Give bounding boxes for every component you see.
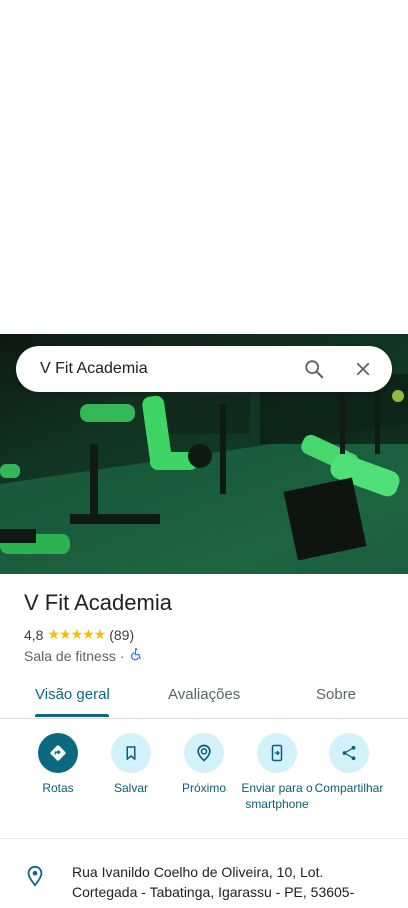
tab-reviews[interactable]: Avaliações: [168, 686, 240, 703]
place-title: V Fit Academia: [24, 590, 172, 615]
nearby-icon: [184, 733, 224, 773]
close-icon[interactable]: [351, 357, 375, 381]
send-to-phone-button[interactable]: Enviar para o smartphone: [239, 733, 315, 812]
tab-overview[interactable]: Visão geral: [35, 686, 110, 703]
category-label: Sala de fitness: [24, 647, 116, 664]
separator: ·: [119, 647, 125, 664]
divider: [0, 838, 408, 839]
nearby-label: Próximo: [181, 781, 226, 795]
review-count[interactable]: (89): [109, 627, 134, 643]
location-pin-icon: [24, 864, 46, 893]
search-query[interactable]: V Fit Academia: [16, 360, 302, 378]
address-text[interactable]: Rua Ivanildo Coelho de Oliveira, 10, Lot…: [72, 862, 392, 902]
rating-stars: ★★★★★: [47, 626, 106, 642]
wheelchair-icon: [129, 647, 143, 664]
search-icon[interactable]: [302, 357, 326, 381]
directions-icon: [38, 733, 78, 773]
directions-label: Rotas: [42, 781, 74, 795]
directions-button[interactable]: Rotas: [20, 733, 96, 796]
map-area[interactable]: [0, 0, 408, 334]
nearby-button[interactable]: Próximo: [166, 733, 242, 796]
search-bar[interactable]: V Fit Academia: [16, 346, 392, 392]
tab-bar: Visão geral Avaliações Sobre: [0, 676, 408, 719]
share-icon: [329, 733, 369, 773]
active-tab-indicator: [35, 714, 109, 717]
tab-about[interactable]: Sobre: [316, 686, 356, 703]
category-row: Sala de fitness ·: [24, 647, 143, 664]
share-button[interactable]: Compartilhar: [311, 733, 387, 796]
bookmark-icon: [111, 733, 151, 773]
send-to-phone-label: Enviar para o smartphone: [241, 781, 313, 811]
share-label: Compartilhar: [314, 781, 384, 795]
rating-row[interactable]: 4,8 ★★★★★ (89): [24, 626, 134, 643]
save-button[interactable]: Salvar: [93, 733, 169, 796]
save-label: Salvar: [113, 781, 148, 795]
send-to-phone-icon: [257, 733, 297, 773]
rating-value: 4,8: [24, 626, 44, 643]
